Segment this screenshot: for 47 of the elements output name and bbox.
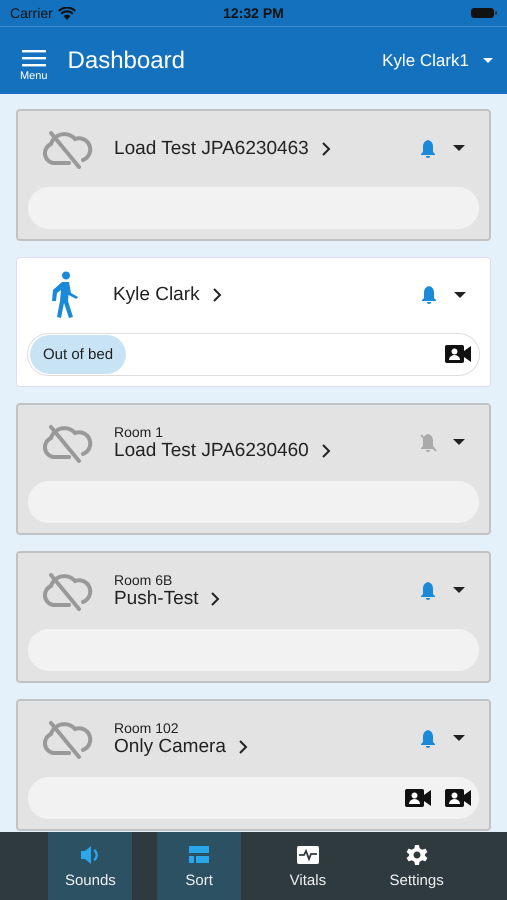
status-tag: Out of bed [30, 334, 126, 374]
carrier-text: Carrier [10, 5, 53, 21]
patient-name-link[interactable]: Push-Test [114, 588, 220, 610]
caret-icon[interactable] [453, 735, 465, 742]
user-dropdown[interactable]: Kyle Clark1 [382, 50, 493, 70]
caret-icon[interactable] [453, 439, 465, 446]
page-title: Dashboard [68, 46, 185, 74]
caret-icon[interactable] [454, 292, 466, 299]
tab-bar-item[interactable]: Sounds [48, 832, 132, 900]
video-camera-icon[interactable] [445, 788, 471, 808]
bell-icon[interactable] [420, 285, 438, 306]
caret-icon[interactable] [453, 145, 465, 152]
chevron-right-icon [320, 140, 331, 157]
wifi-icon [58, 6, 76, 20]
tab-bar-item[interactable]: Sort [157, 832, 242, 900]
patient-card[interactable]: Load Test JPA6230463 [16, 109, 491, 241]
layout-icon [187, 844, 212, 866]
patient-name-link[interactable]: Load Test JPA6230460 [114, 440, 331, 462]
walking-person-icon [49, 271, 81, 320]
chevron-right-icon [238, 738, 248, 755]
settings-icon [404, 844, 429, 866]
caret-icon [483, 58, 493, 64]
caret-icon[interactable] [453, 587, 465, 594]
patient-name-link[interactable]: Kyle Clark [113, 284, 222, 306]
room-label: Room 6B [114, 572, 174, 588]
bell-icon[interactable] [419, 580, 437, 601]
patient-name-link[interactable]: Only Camera [114, 736, 248, 758]
chevron-right-icon [210, 590, 220, 607]
patient-name-link[interactable]: Load Test JPA6230463 [114, 138, 331, 160]
patient-card[interactable]: Room 6B Push-Test [16, 551, 491, 683]
clock-text: 12:32 PM [223, 5, 284, 21]
video-camera-icon[interactable] [445, 344, 471, 364]
patient-card[interactable]: Room 1 Load Test JPA6230460 [16, 403, 491, 535]
tab-bar-item[interactable]: Vitals [266, 832, 350, 900]
tab-bar-item[interactable]: Settings [374, 832, 459, 900]
bell-icon[interactable] [419, 728, 437, 749]
patient-card[interactable]: Kyle Clark Out of bed [16, 257, 491, 387]
chevron-right-icon [212, 287, 222, 304]
battery-icon [471, 7, 497, 19]
video-camera-icon[interactable] [405, 788, 431, 808]
bell-icon[interactable] [419, 138, 437, 159]
patient-card[interactable]: Room 102 Only Camera [16, 699, 491, 831]
heart-monitor-icon [296, 844, 320, 866]
room-label: Room 102 [114, 720, 180, 736]
room-label: Room 1 [114, 424, 164, 440]
chevron-right-icon [320, 442, 331, 459]
menu-button[interactable]: Menu [20, 49, 48, 82]
